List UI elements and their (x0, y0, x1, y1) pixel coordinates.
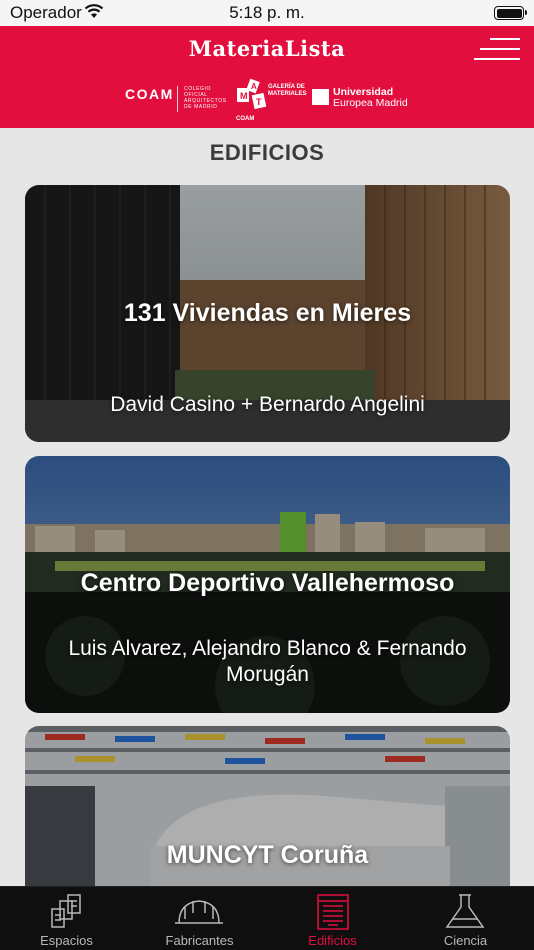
uem-label: Universidad Europea Madrid (333, 87, 408, 109)
divider (177, 86, 178, 112)
galeria-label: GALERÍA DE MATERIALES (268, 84, 307, 97)
tab-label: Fabricantes (165, 933, 234, 948)
brand-logo[interactable]: MateriaLista (0, 36, 534, 61)
building-icon (317, 894, 349, 930)
card-title: 131 Viviendas en Mieres (123, 299, 412, 327)
espacios-icon (51, 894, 81, 928)
tab-fabricantes[interactable]: Fabricantes (133, 887, 266, 950)
tab-espacios[interactable]: Espacios (0, 887, 133, 950)
tab-label: Edificios (308, 933, 357, 948)
svg-text:A: A (251, 82, 257, 91)
tab-bar: Espacios Fabricantes Edificios Ciencia (0, 886, 534, 950)
svg-text:T: T (256, 97, 262, 107)
app-header: MateriaLista COAM COLEGIO OFICIAL ARQUIT… (0, 26, 534, 128)
card-title: Centro Deportivo Vallehermoso (80, 569, 455, 597)
svg-text:COAM: COAM (236, 116, 254, 122)
uem-line2: Europea Madrid (333, 97, 408, 109)
card-author: David Casino + Bernardo Angelini (110, 393, 425, 416)
tab-label: Espacios (40, 933, 93, 948)
svg-text:M: M (240, 91, 248, 101)
status-bar: Operador 5:18 p. m. (0, 0, 534, 26)
building-card[interactable]: Centro Deportivo Vallehermoso Luis Alvar… (25, 456, 510, 713)
mat-logo-icon: M A T COAM (236, 78, 267, 122)
page-title: EDIFICIOS (209, 140, 325, 165)
coam-logo: COAM (125, 86, 174, 102)
card-author: Luis Alvarez, Alejandro Blanco & Fernand… (68, 637, 467, 686)
battery-icon (494, 6, 527, 20)
tab-ciencia[interactable]: Ciencia (399, 887, 532, 950)
clock: 5:18 p. m. (229, 3, 305, 22)
flask-icon (445, 894, 485, 928)
card-title: MUNCYT Coruña (166, 841, 369, 869)
building-card[interactable]: 131 Viviendas en Mieres David Casino + B… (25, 185, 510, 442)
tab-label: Ciencia (443, 933, 488, 948)
helmet-icon (175, 900, 223, 924)
coam-subtitle: COLEGIO OFICIAL ARQUITECTOS DE MADRID (184, 86, 227, 110)
partner-logos: COAM COLEGIO OFICIAL ARQUITECTOS DE MADR… (0, 78, 534, 126)
tab-edificios[interactable]: Edificios (266, 887, 399, 950)
uem-logo-icon (312, 89, 329, 105)
menu-icon[interactable] (474, 36, 520, 62)
